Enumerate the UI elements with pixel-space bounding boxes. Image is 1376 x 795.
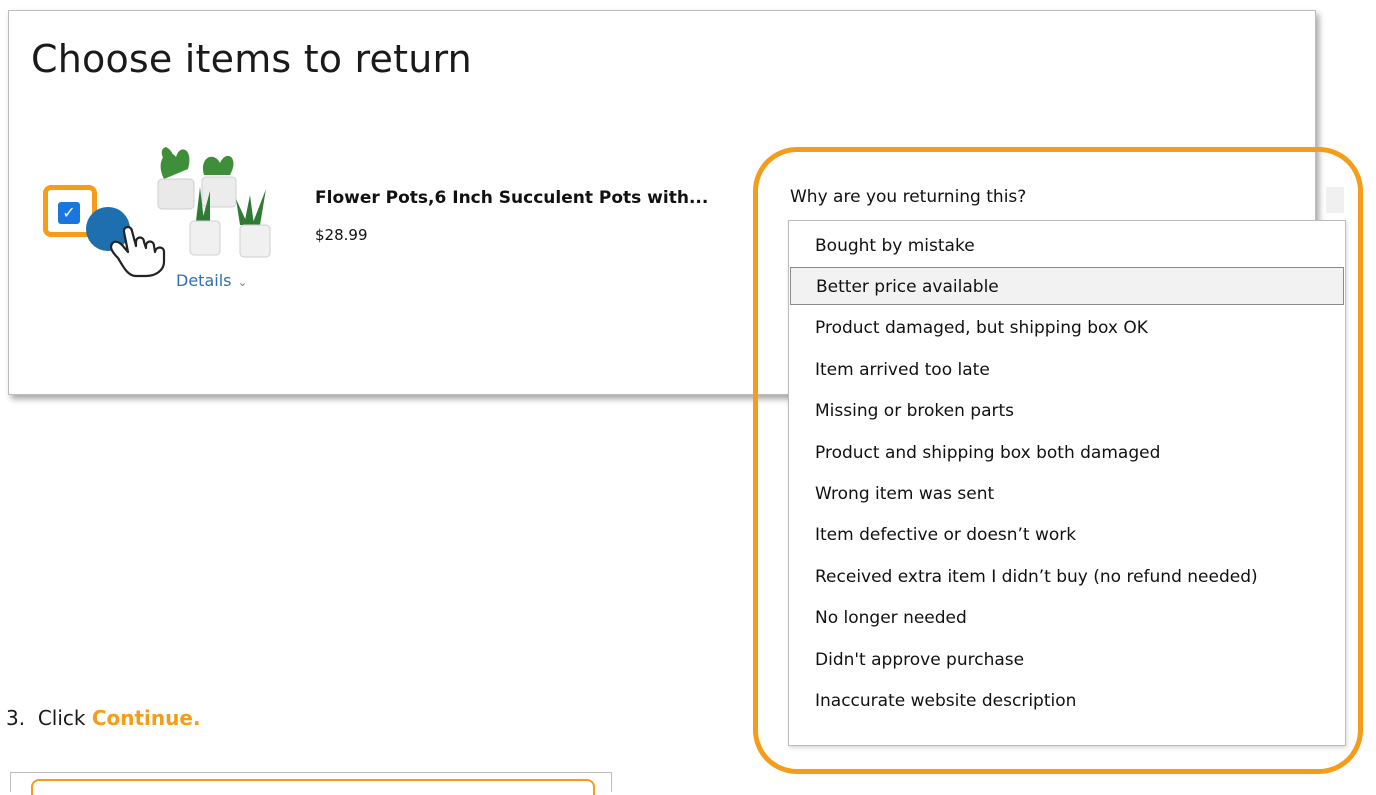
item-checkbox[interactable]: ✓: [58, 202, 80, 224]
page-title: Choose items to return: [31, 37, 472, 81]
option-item-arrived-too-late[interactable]: Item arrived too late: [790, 351, 1344, 389]
option-no-longer-needed[interactable]: No longer needed: [790, 599, 1344, 637]
details-label[interactable]: Details: [176, 271, 231, 290]
return-reason-label[interactable]: Why are you returning this?: [790, 187, 1026, 207]
option-product-damaged-box-ok[interactable]: Product damaged, but shipping box OK: [790, 309, 1344, 347]
option-bought-by-mistake[interactable]: Bought by mistake: [790, 227, 1344, 265]
option-inaccurate-description[interactable]: Inaccurate website description: [790, 682, 1344, 720]
return-reason-dropdown[interactable]: Bought by mistake Better price available…: [788, 220, 1346, 746]
option-better-price-available[interactable]: Better price available: [790, 267, 1344, 305]
details-link[interactable]: Details ⌄: [176, 271, 248, 290]
continue-button-highlight[interactable]: [31, 779, 595, 795]
chevron-down-icon: ⌄: [237, 275, 248, 289]
option-received-extra-item[interactable]: Received extra item I didn’t buy (no ref…: [790, 558, 1344, 596]
check-icon: ✓: [62, 203, 76, 222]
step-number: 3.: [6, 706, 26, 730]
product-price: $28.99: [315, 226, 368, 244]
hand-pointer-icon: [109, 225, 166, 278]
continue-panel: [10, 772, 612, 795]
step-text: Click: [37, 706, 86, 730]
option-wrong-item-sent[interactable]: Wrong item was sent: [790, 475, 1344, 513]
step-emphasis: Continue.: [91, 706, 201, 730]
option-didnt-approve-purchase[interactable]: Didn't approve purchase: [790, 641, 1344, 679]
option-item-defective[interactable]: Item defective or doesn’t work: [790, 516, 1344, 554]
option-product-and-box-damaged[interactable]: Product and shipping box both damaged: [790, 434, 1344, 472]
instruction-step: 3. Click Continue.: [6, 706, 201, 730]
product-name[interactable]: Flower Pots,6 Inch Succulent Pots with..…: [315, 188, 708, 208]
dropdown-scrollbar[interactable]: [1326, 187, 1344, 213]
option-missing-broken-parts[interactable]: Missing or broken parts: [790, 392, 1344, 430]
